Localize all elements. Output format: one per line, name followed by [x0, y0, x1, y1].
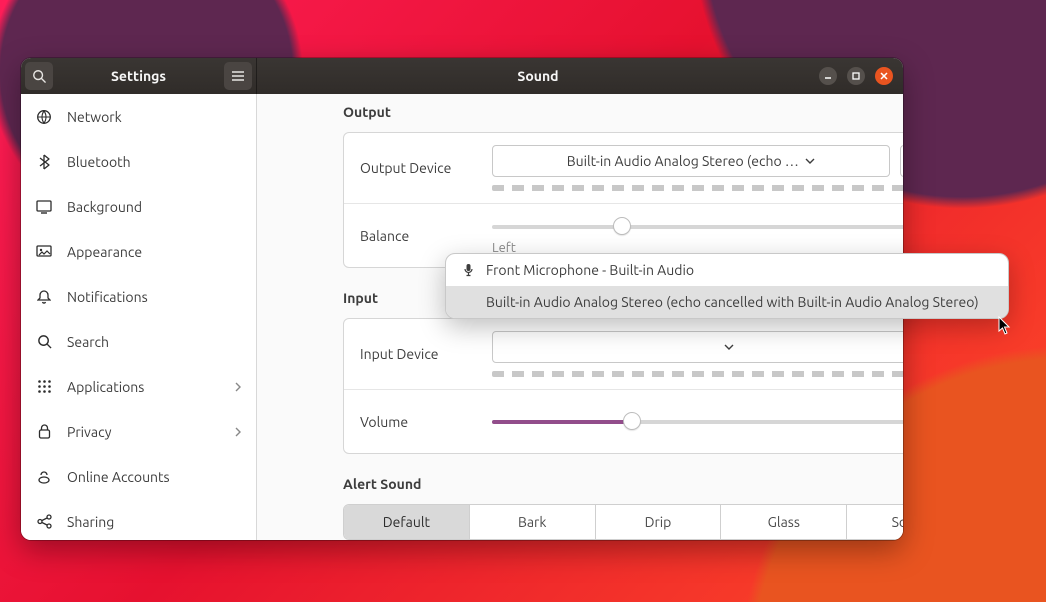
- input-panel: Input Device Volume: [343, 318, 903, 454]
- input-device-option[interactable]: Built-in Audio Analog Stereo (echo cance…: [446, 286, 1008, 318]
- input-volume-row: Volume: [344, 389, 903, 453]
- balance-slider[interactable]: [492, 217, 903, 237]
- sidebar-item-search[interactable]: Search: [21, 319, 256, 364]
- sidebar: Network Bluetooth Background Appearance Noti…: [21, 94, 257, 540]
- sidebar-item-label: Bluetooth: [67, 154, 242, 170]
- close-button[interactable]: [875, 67, 893, 85]
- maximize-icon: [851, 71, 861, 81]
- search-icon: [32, 69, 46, 83]
- sharing-icon: [35, 513, 53, 531]
- sidebar-item-privacy[interactable]: Privacy: [21, 409, 256, 454]
- sidebar-item-notifications[interactable]: Notifications: [21, 274, 256, 319]
- hamburger-menu-button[interactable]: [224, 62, 252, 90]
- search-icon: [35, 333, 53, 351]
- input-device-dropdown: Front Microphone - Built-in Audio Built-i…: [445, 253, 1009, 319]
- output-device-row: Output Device Built-in Audio Analog Ster…: [344, 133, 903, 203]
- input-level-meter: [492, 371, 903, 377]
- sidebar-item-label: Notifications: [67, 289, 242, 305]
- applications-icon: [35, 378, 53, 396]
- alert-option-glass[interactable]: Glass: [720, 505, 846, 539]
- background-icon: [35, 198, 53, 216]
- sidebar-item-network[interactable]: Network: [21, 94, 256, 139]
- appearance-icon: [35, 243, 53, 261]
- hamburger-icon: [231, 70, 245, 82]
- sidebar-item-label: Online Accounts: [67, 469, 242, 485]
- alert-option-sonar[interactable]: Sonar: [846, 505, 903, 539]
- output-level-meter: [492, 185, 903, 191]
- minimize-button[interactable]: [819, 67, 837, 85]
- alert-section-header: Alert Sound: [343, 476, 887, 492]
- sidebar-item-label: Search: [67, 334, 242, 350]
- input-device-combo[interactable]: [492, 331, 903, 363]
- chevron-down-icon: [724, 344, 734, 350]
- titlebar: Settings Sound: [21, 58, 903, 94]
- page-title: Sound: [257, 68, 819, 84]
- network-icon: [35, 108, 53, 126]
- sidebar-item-appearance[interactable]: Appearance: [21, 229, 256, 274]
- sidebar-item-label: Appearance: [67, 244, 242, 260]
- privacy-icon: [35, 423, 53, 441]
- sidebar-title: Settings: [57, 68, 220, 84]
- sidebar-item-bluetooth[interactable]: Bluetooth: [21, 139, 256, 184]
- window-controls: [819, 67, 903, 85]
- chevron-right-icon: [234, 379, 242, 395]
- titlebar-left: Settings: [21, 58, 257, 94]
- input-device-row: Input Device: [344, 319, 903, 389]
- sidebar-item-applications[interactable]: Applications: [21, 364, 256, 409]
- chevron-down-icon: [805, 158, 815, 164]
- alert-option-drip[interactable]: Drip: [595, 505, 721, 539]
- output-device-label: Output Device: [360, 160, 492, 176]
- microphone-icon: [460, 263, 476, 277]
- input-device-label: Input Device: [360, 346, 492, 362]
- alert-option-default[interactable]: Default: [344, 505, 469, 539]
- input-device-option[interactable]: Front Microphone - Built-in Audio: [446, 254, 1008, 286]
- test-button[interactable]: Test: [900, 145, 903, 177]
- input-volume-slider[interactable]: [492, 412, 903, 432]
- input-volume-label: Volume: [360, 414, 492, 430]
- bluetooth-icon: [35, 153, 53, 171]
- sidebar-item-label: Network: [67, 109, 242, 125]
- minimize-icon: [823, 71, 833, 81]
- sidebar-item-label: Privacy: [67, 424, 220, 440]
- close-icon: [879, 71, 889, 81]
- alert-option-bark[interactable]: Bark: [469, 505, 595, 539]
- sidebar-item-online-accounts[interactable]: Online Accounts: [21, 454, 256, 499]
- titlebar-right: Sound: [257, 58, 903, 94]
- sidebar-item-label: Background: [67, 199, 242, 215]
- search-button[interactable]: [25, 62, 53, 90]
- chevron-right-icon: [234, 424, 242, 440]
- dropdown-option-label: Front Microphone - Built-in Audio: [486, 262, 694, 278]
- output-panel: Output Device Built-in Audio Analog Ster…: [343, 132, 903, 268]
- sidebar-item-background[interactable]: Background: [21, 184, 256, 229]
- notifications-icon: [35, 288, 53, 306]
- output-section-header: Output: [343, 104, 887, 120]
- sidebar-item-sharing[interactable]: Sharing: [21, 499, 256, 540]
- balance-label: Balance: [360, 228, 492, 244]
- maximize-button[interactable]: [847, 67, 865, 85]
- sidebar-item-label: Applications: [67, 379, 220, 395]
- sidebar-item-label: Sharing: [67, 514, 242, 530]
- dropdown-option-label: Built-in Audio Analog Stereo (echo cance…: [486, 294, 979, 310]
- online-accounts-icon: [35, 468, 53, 486]
- alert-sound-segmented: DefaultBarkDripGlassSonar: [343, 504, 903, 540]
- output-device-combo[interactable]: Built-in Audio Analog Stereo (echo …: [492, 145, 890, 177]
- output-device-value: Built-in Audio Analog Stereo (echo …: [567, 153, 799, 169]
